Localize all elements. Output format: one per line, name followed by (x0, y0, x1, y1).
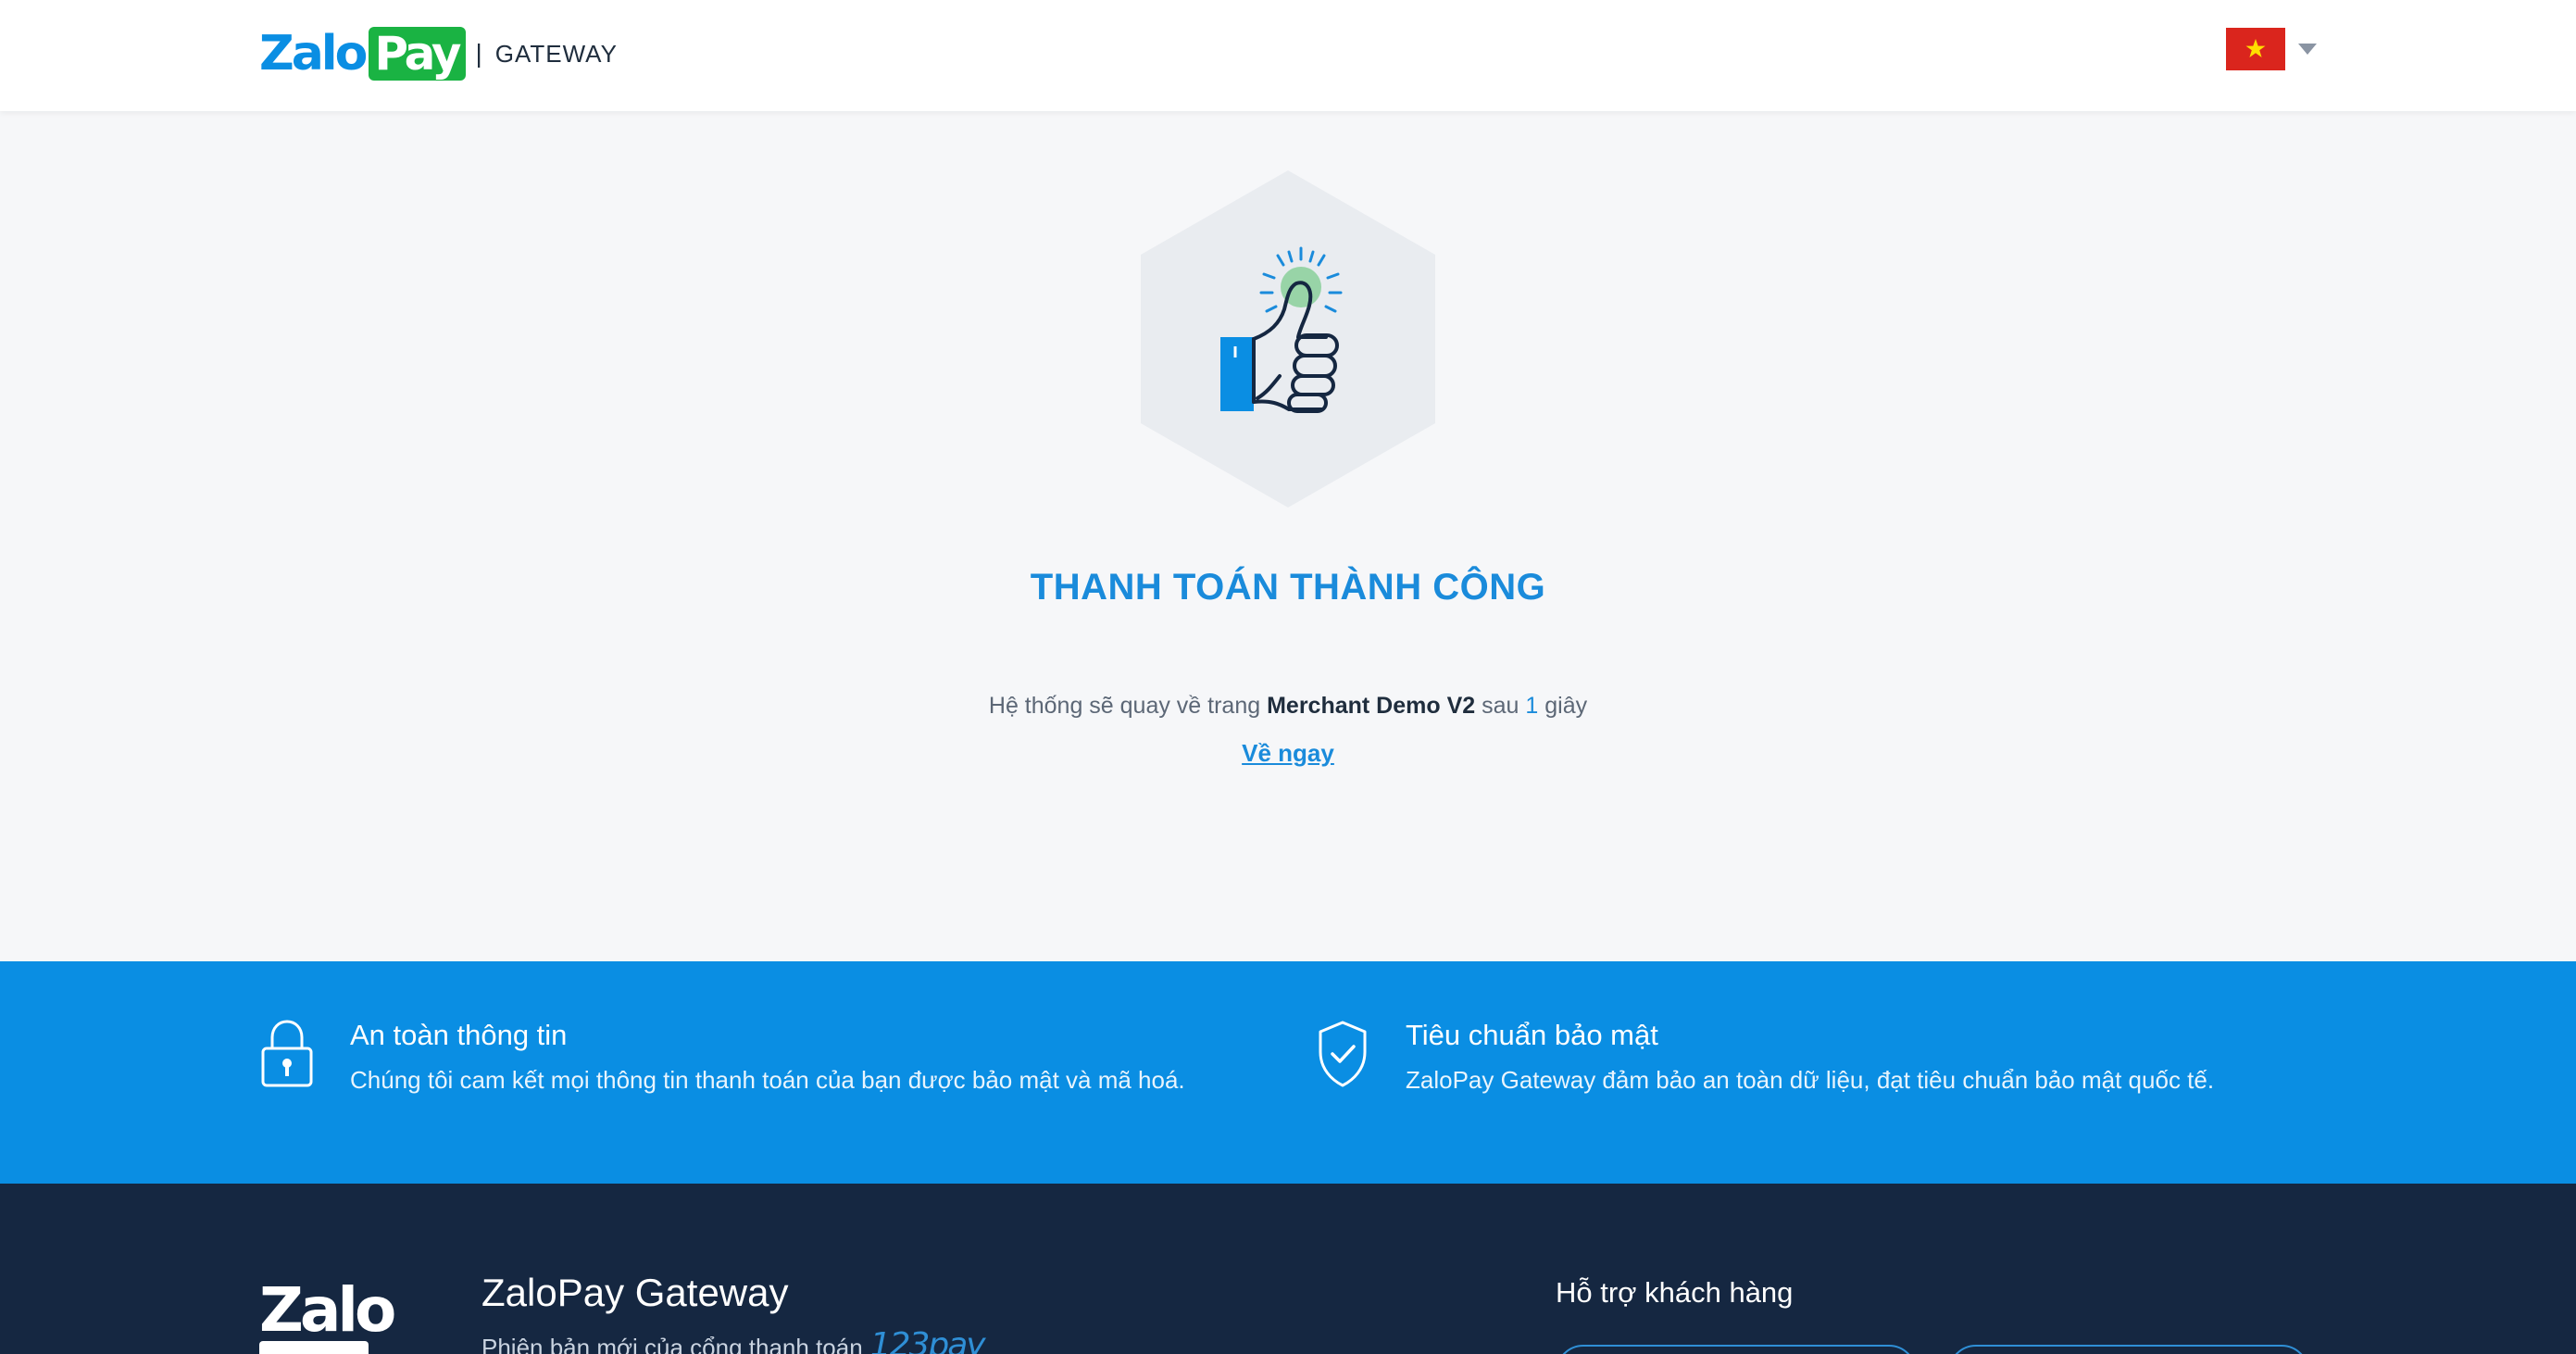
redirect-prefix: Hệ thống sẽ quay về trang (988, 693, 1261, 719)
redirect-suffix: giây (1544, 693, 1588, 719)
vietnam-flag-icon (2226, 28, 2285, 70)
footer-pay-logo-block (259, 1341, 369, 1354)
feature-text: Tiêu chuẩn bảo mật ZaloPay Gateway đảm b… (1406, 1017, 2214, 1097)
lock-icon (261, 1020, 313, 1087)
security-features-band: An toàn thông tin Chúng tôi cam kết mọi … (0, 961, 2576, 1184)
back-now-container: Về ngay (0, 739, 2576, 768)
support-button-2[interactable] (1948, 1345, 2309, 1354)
feature-description: ZaloPay Gateway đảm bảo an toàn dữ liệu,… (1406, 1066, 2215, 1094)
header: Zalo Pay | GATEWAY (0, 0, 2576, 111)
redirect-message: Hệ thống sẽ quay về trang Merchant Demo … (0, 693, 2576, 720)
123pay-logo: 123pay (869, 1326, 986, 1354)
chevron-down-icon (2298, 44, 2317, 55)
footer: Zalo ZaloPay Gateway Phiên bản mới của c… (0, 1184, 2576, 1354)
footer-zalo-logo: Zalo (259, 1274, 396, 1346)
support-button-1[interactable] (1556, 1345, 1917, 1354)
logo-separator: | (475, 39, 482, 68)
thumbs-up-icon (1141, 170, 1435, 508)
feature-text: An toàn thông tin Chúng tôi cam kết mọi … (350, 1017, 1185, 1097)
logo-pay-text: Pay (369, 27, 467, 81)
redirect-middle: sau (1482, 693, 1519, 719)
payment-success-title: THANH TOÁN THÀNH CÔNG (1030, 567, 1546, 608)
back-now-link[interactable]: Về ngay (1242, 739, 1334, 767)
footer-subtitle-text: Phiên bản mới của cổng thanh toán (481, 1334, 863, 1354)
footer-brand-subtitle: Phiên bản mới của cổng thanh toán 123pay (481, 1326, 986, 1354)
merchant-name: Merchant Demo V2 (1267, 693, 1476, 719)
feature-title: An toàn thông tin (350, 1019, 568, 1051)
feature-security-standard: Tiêu chuẩn bảo mật ZaloPay Gateway đảm b… (1315, 1017, 2407, 1097)
footer-brand-title: ZaloPay Gateway (481, 1271, 789, 1314)
zalopay-gateway-logo[interactable]: Zalo Pay | GATEWAY (259, 26, 618, 81)
logo-gateway-text: GATEWAY (494, 39, 618, 68)
countdown-seconds: 1 (1525, 693, 1539, 719)
feature-info-safety: An toàn thông tin Chúng tôi cam kết mọi … (259, 1017, 1222, 1097)
customer-support-title: Hỗ trợ khách hàng (1556, 1276, 1794, 1309)
feature-title: Tiêu chuẩn bảo mật (1406, 1019, 1658, 1051)
language-selector[interactable] (2226, 28, 2317, 70)
feature-description: Chúng tôi cam kết mọi thông tin thanh to… (350, 1066, 1185, 1094)
shield-check-icon (1319, 1021, 1367, 1087)
logo-zalo-text: Zalo (259, 26, 368, 81)
